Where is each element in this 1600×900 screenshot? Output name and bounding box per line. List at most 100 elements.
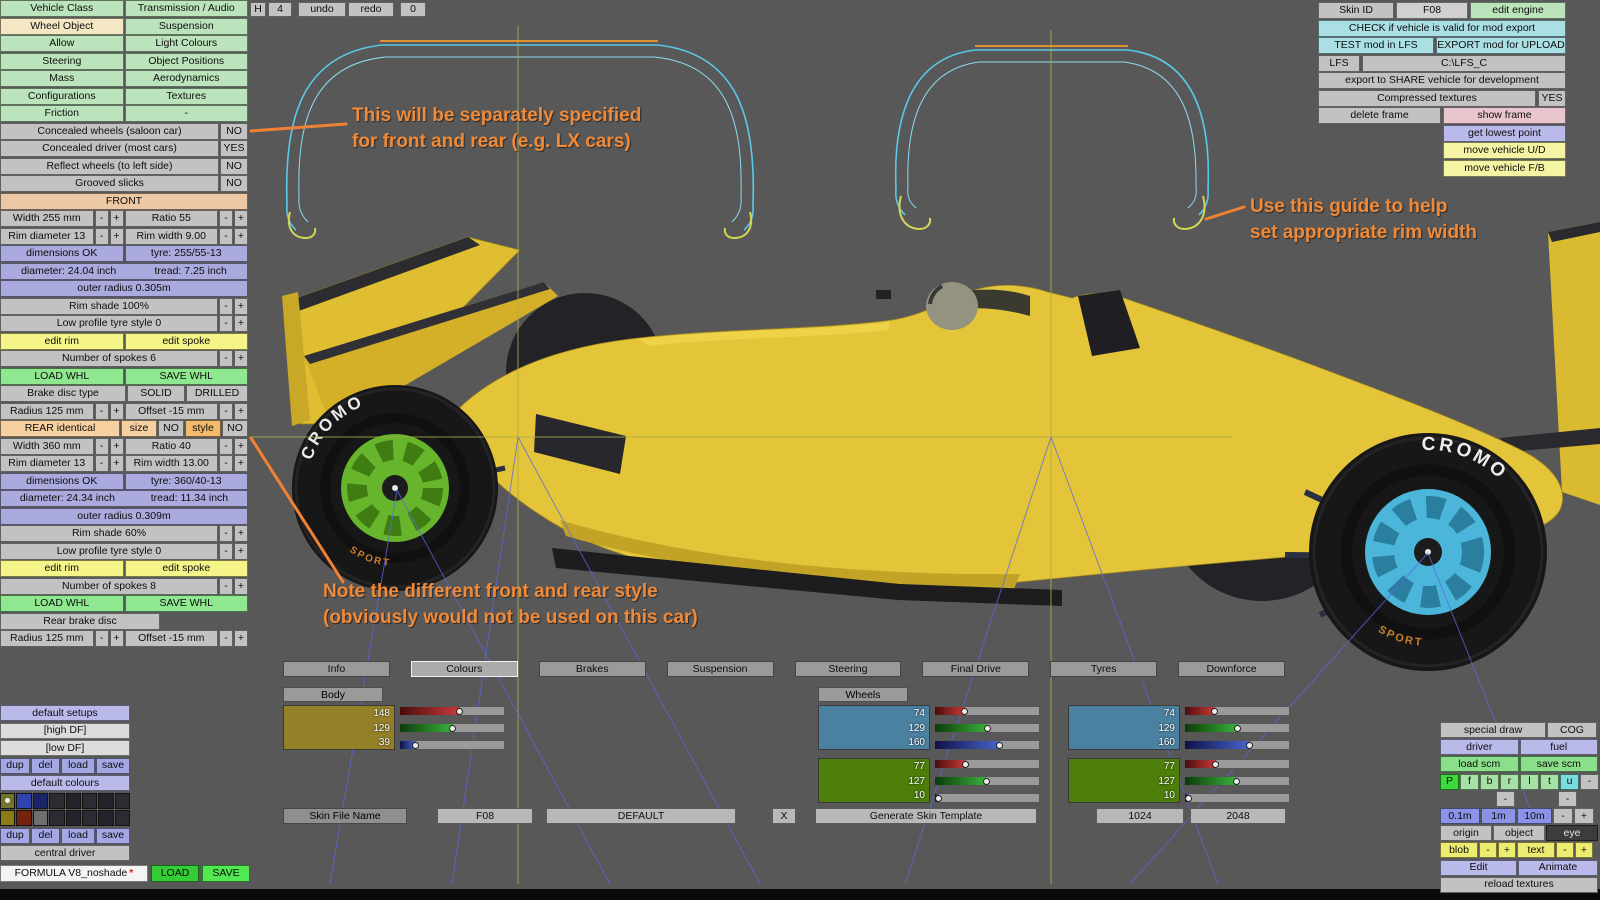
show-frame-button[interactable]: show frame (1443, 107, 1566, 124)
vehicle-save-button[interactable]: SAVE (202, 865, 250, 882)
palette-swatch[interactable] (98, 810, 114, 826)
toggle-grooved-slicks[interactable]: Grooved slicks (0, 175, 219, 192)
setup-save-button[interactable]: save (96, 757, 130, 774)
brake-drilled-button[interactable]: DRILLED (186, 385, 248, 402)
front-spokes-value[interactable]: Number of spokes 6 (0, 350, 218, 367)
menu-friction[interactable]: Friction (0, 105, 124, 122)
rear-brake-offset-value[interactable]: Offset -15 mm (124, 630, 218, 647)
grid-01m-button[interactable]: 0.1m (1440, 807, 1480, 824)
setup-dup-button[interactable]: dup (0, 757, 30, 774)
palette-swatch[interactable] (98, 792, 114, 809)
front-rim-width-plus[interactable]: + (234, 227, 248, 245)
setup-del-button[interactable]: del (31, 757, 60, 774)
vehicle-name-button[interactable]: FORMULA V8_noshade * (0, 865, 148, 882)
front-rim-width-value[interactable]: Rim width 9.00 (124, 227, 218, 245)
rear-rim-diameter-plus[interactable]: + (109, 455, 124, 472)
front-rim-diameter-plus[interactable]: + (109, 227, 124, 245)
wheel-blue-blue-slider[interactable] (1184, 740, 1290, 750)
reload-textures-button[interactable]: reload textures (1440, 876, 1598, 893)
menu-light-colours[interactable]: Light Colours (124, 35, 248, 52)
rear-ratio-plus[interactable]: + (234, 437, 248, 455)
rear-low-profile-value[interactable]: Low profile tyre style 0 (0, 542, 218, 560)
front-save-whl-button[interactable]: SAVE WHL (124, 367, 248, 385)
text-label[interactable]: text (1517, 842, 1555, 859)
wheel-green-blue-slider[interactable] (1184, 793, 1290, 803)
rear-ratio-value[interactable]: Ratio 40 (124, 437, 218, 455)
palette-swatch[interactable] (0, 792, 16, 809)
view-dash-button[interactable]: - (1580, 773, 1599, 790)
tab-steering[interactable]: Steering (794, 661, 902, 677)
rear-spokes-plus[interactable]: + (234, 577, 248, 595)
check-vehicle-button[interactable]: CHECK if vehicle is valid for mod export (1318, 19, 1566, 37)
brake-offset-plus[interactable]: + (234, 402, 248, 420)
view-p-button[interactable]: P (1440, 773, 1459, 790)
view-l-button[interactable]: l (1520, 773, 1539, 790)
load-scm-button[interactable]: load scm (1440, 756, 1519, 773)
front-rim-shade-value[interactable]: Rim shade 100% (0, 297, 218, 315)
undo-button[interactable]: undo (298, 2, 346, 17)
move-vehicle-ud-button[interactable]: move vehicle U/D (1443, 142, 1566, 159)
colour-del-button[interactable]: del (31, 827, 60, 844)
palette-swatch[interactable] (65, 792, 81, 809)
wheel-blue-red-slider[interactable] (1184, 706, 1290, 716)
palette-swatch[interactable] (32, 792, 49, 809)
skin-res-2048-button[interactable]: 2048 (1190, 808, 1286, 824)
central-driver-button[interactable]: central driver (0, 845, 130, 861)
view-r-button[interactable]: r (1500, 773, 1519, 790)
wheel-green-green-slider[interactable] (1184, 776, 1290, 786)
move-vehicle-fb-button[interactable]: move vehicle F/B (1443, 159, 1566, 177)
menu-configurations[interactable]: Configurations (0, 87, 124, 105)
rotate-eye-button[interactable]: eye (1546, 825, 1598, 842)
body-red-slider[interactable] (399, 706, 505, 716)
wheel-blue-blue-slider[interactable] (934, 740, 1040, 750)
palette-swatch[interactable] (0, 810, 16, 826)
animate-mode-button[interactable]: Animate (1518, 859, 1598, 876)
rear-identical-label[interactable]: REAR identical (0, 420, 120, 437)
rear-rim-width-plus[interactable]: + (234, 455, 248, 472)
tab-suspension[interactable]: Suspension (666, 661, 774, 677)
export-share-button[interactable]: export to SHARE vehicle for development (1318, 72, 1566, 89)
save-scm-button[interactable]: save scm (1519, 756, 1598, 773)
body-green-slider[interactable] (399, 723, 505, 733)
rear-identical-style-value[interactable]: NO (222, 420, 248, 437)
palette-swatch[interactable] (114, 810, 131, 826)
menu-transmission-audio[interactable]: Transmission / Audio (124, 0, 248, 17)
brake-radius-minus[interactable]: - (94, 402, 109, 420)
export-mod-button[interactable]: EXPORT mod for UPLOAD (1436, 37, 1566, 54)
blob-label[interactable]: blob (1440, 842, 1478, 859)
rotate-origin-button[interactable]: origin (1440, 825, 1492, 842)
view-b-button[interactable]: b (1480, 773, 1499, 790)
rear-rim-shade-minus[interactable]: - (219, 525, 233, 542)
colour-dup-button[interactable]: dup (0, 827, 30, 844)
brake-radius-plus[interactable]: + (109, 402, 124, 420)
front-ratio-value[interactable]: Ratio 55 (124, 210, 218, 227)
skin-res-1024-button[interactable]: 1024 (1096, 808, 1184, 824)
body-blue-slider[interactable] (399, 740, 505, 750)
front-width-minus[interactable]: - (94, 210, 109, 227)
tab-downforce[interactable]: Downforce (1178, 661, 1285, 677)
colour-save-button[interactable]: save (96, 827, 130, 844)
wheel-green-red-slider[interactable] (1184, 759, 1290, 769)
tab-tyres[interactable]: Tyres (1050, 661, 1158, 677)
front-edit-rim-button[interactable]: edit rim (0, 332, 124, 350)
setup-load-button[interactable]: load (61, 757, 95, 774)
fuel-button[interactable]: fuel (1519, 739, 1598, 756)
rear-spokes-value[interactable]: Number of spokes 8 (0, 577, 218, 595)
rear-load-whl-button[interactable]: LOAD WHL (0, 595, 124, 612)
grid-minus-button[interactable]: - (1553, 807, 1573, 824)
menu-vehicle-class[interactable]: Vehicle Class (0, 0, 124, 17)
front-rim-width-minus[interactable]: - (219, 227, 233, 245)
toggle-concealed-driver[interactable]: Concealed driver (most cars) (0, 140, 219, 157)
brake-radius-value[interactable]: Radius 125 mm (0, 402, 94, 420)
menu-mass[interactable]: Mass (0, 70, 124, 87)
brake-offset-value[interactable]: Offset -15 mm (124, 402, 218, 420)
redo-button[interactable]: redo (348, 2, 394, 17)
rotate-object-button[interactable]: object (1493, 825, 1545, 842)
menu-wheel-object[interactable]: Wheel Object (0, 17, 124, 35)
rear-rim-width-minus[interactable]: - (219, 455, 233, 472)
palette-swatch[interactable] (65, 810, 81, 826)
test-mod-button[interactable]: TEST mod in LFS (1318, 37, 1434, 54)
skin-id-value[interactable]: F08 (1396, 2, 1468, 19)
palette-swatch[interactable] (81, 792, 98, 809)
colour-load-button[interactable]: load (61, 827, 95, 844)
